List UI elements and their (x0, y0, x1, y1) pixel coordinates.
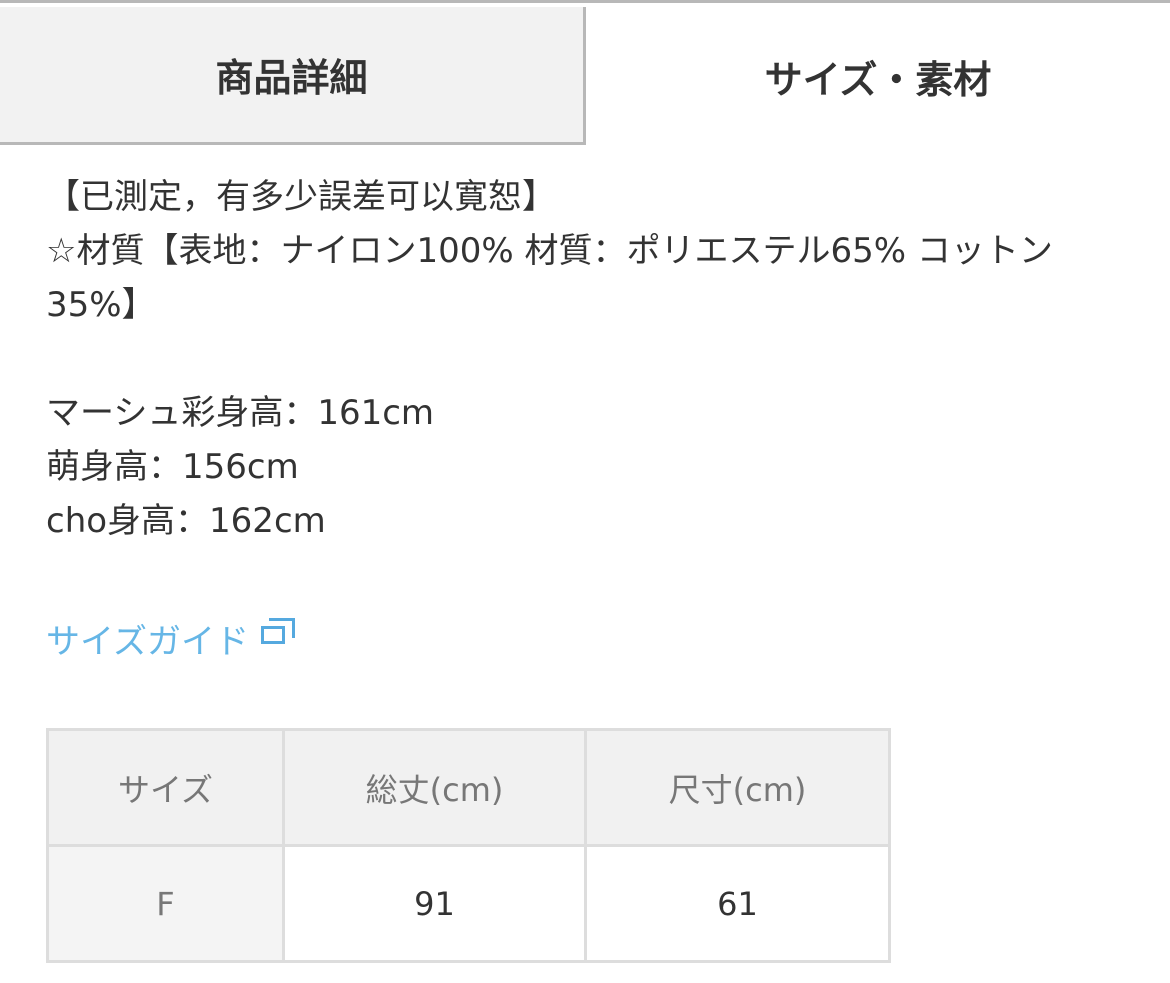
table-row: F 91 61 (46, 844, 891, 963)
size-guide-label: サイズガイド (46, 621, 249, 662)
size-value: F (46, 844, 285, 963)
measurement-value: 61 (584, 844, 891, 963)
total-length-header: 総丈(cm) (282, 728, 587, 847)
model-height-1: マーシュ彩身高：161cm (46, 393, 435, 433)
tab-product-details[interactable]: 商品詳細 (0, 7, 586, 145)
model-height-3: cho身高：162cm (46, 501, 326, 541)
total-length-value: 91 (282, 844, 587, 963)
tab-size-material[interactable]: サイズ・素材 (586, 7, 1170, 145)
material-info: ☆材質【表地：ナイロン100% 材質：ポリエステル65% コットン35%】 (46, 231, 1053, 325)
external-window-icon (260, 618, 297, 648)
model-height-2: 萌身高：156cm (46, 447, 299, 487)
size-table-header-row: サイズ 総丈(cm) 尺寸(cm) (46, 728, 891, 847)
tab-product-details-label: 商品詳細 (215, 56, 368, 100)
size-header: サイズ (46, 728, 285, 847)
size-table: サイズ 総丈(cm) 尺寸(cm) F 91 61 (46, 728, 891, 963)
size-guide-link[interactable]: サイズガイド (46, 612, 297, 664)
product-tabs: 商品詳細 サイズ・素材 (0, 0, 1170, 145)
measurement-header: 尺寸(cm) (584, 728, 891, 847)
size-material-content: 【已測定，有多少誤差可以寛恕】 ☆材質【表地：ナイロン100% 材質：ポリエステ… (46, 170, 1126, 548)
measurement-note: 【已測定，有多少誤差可以寛恕】 (46, 177, 556, 217)
tab-size-material-label: サイズ・素材 (764, 57, 992, 102)
